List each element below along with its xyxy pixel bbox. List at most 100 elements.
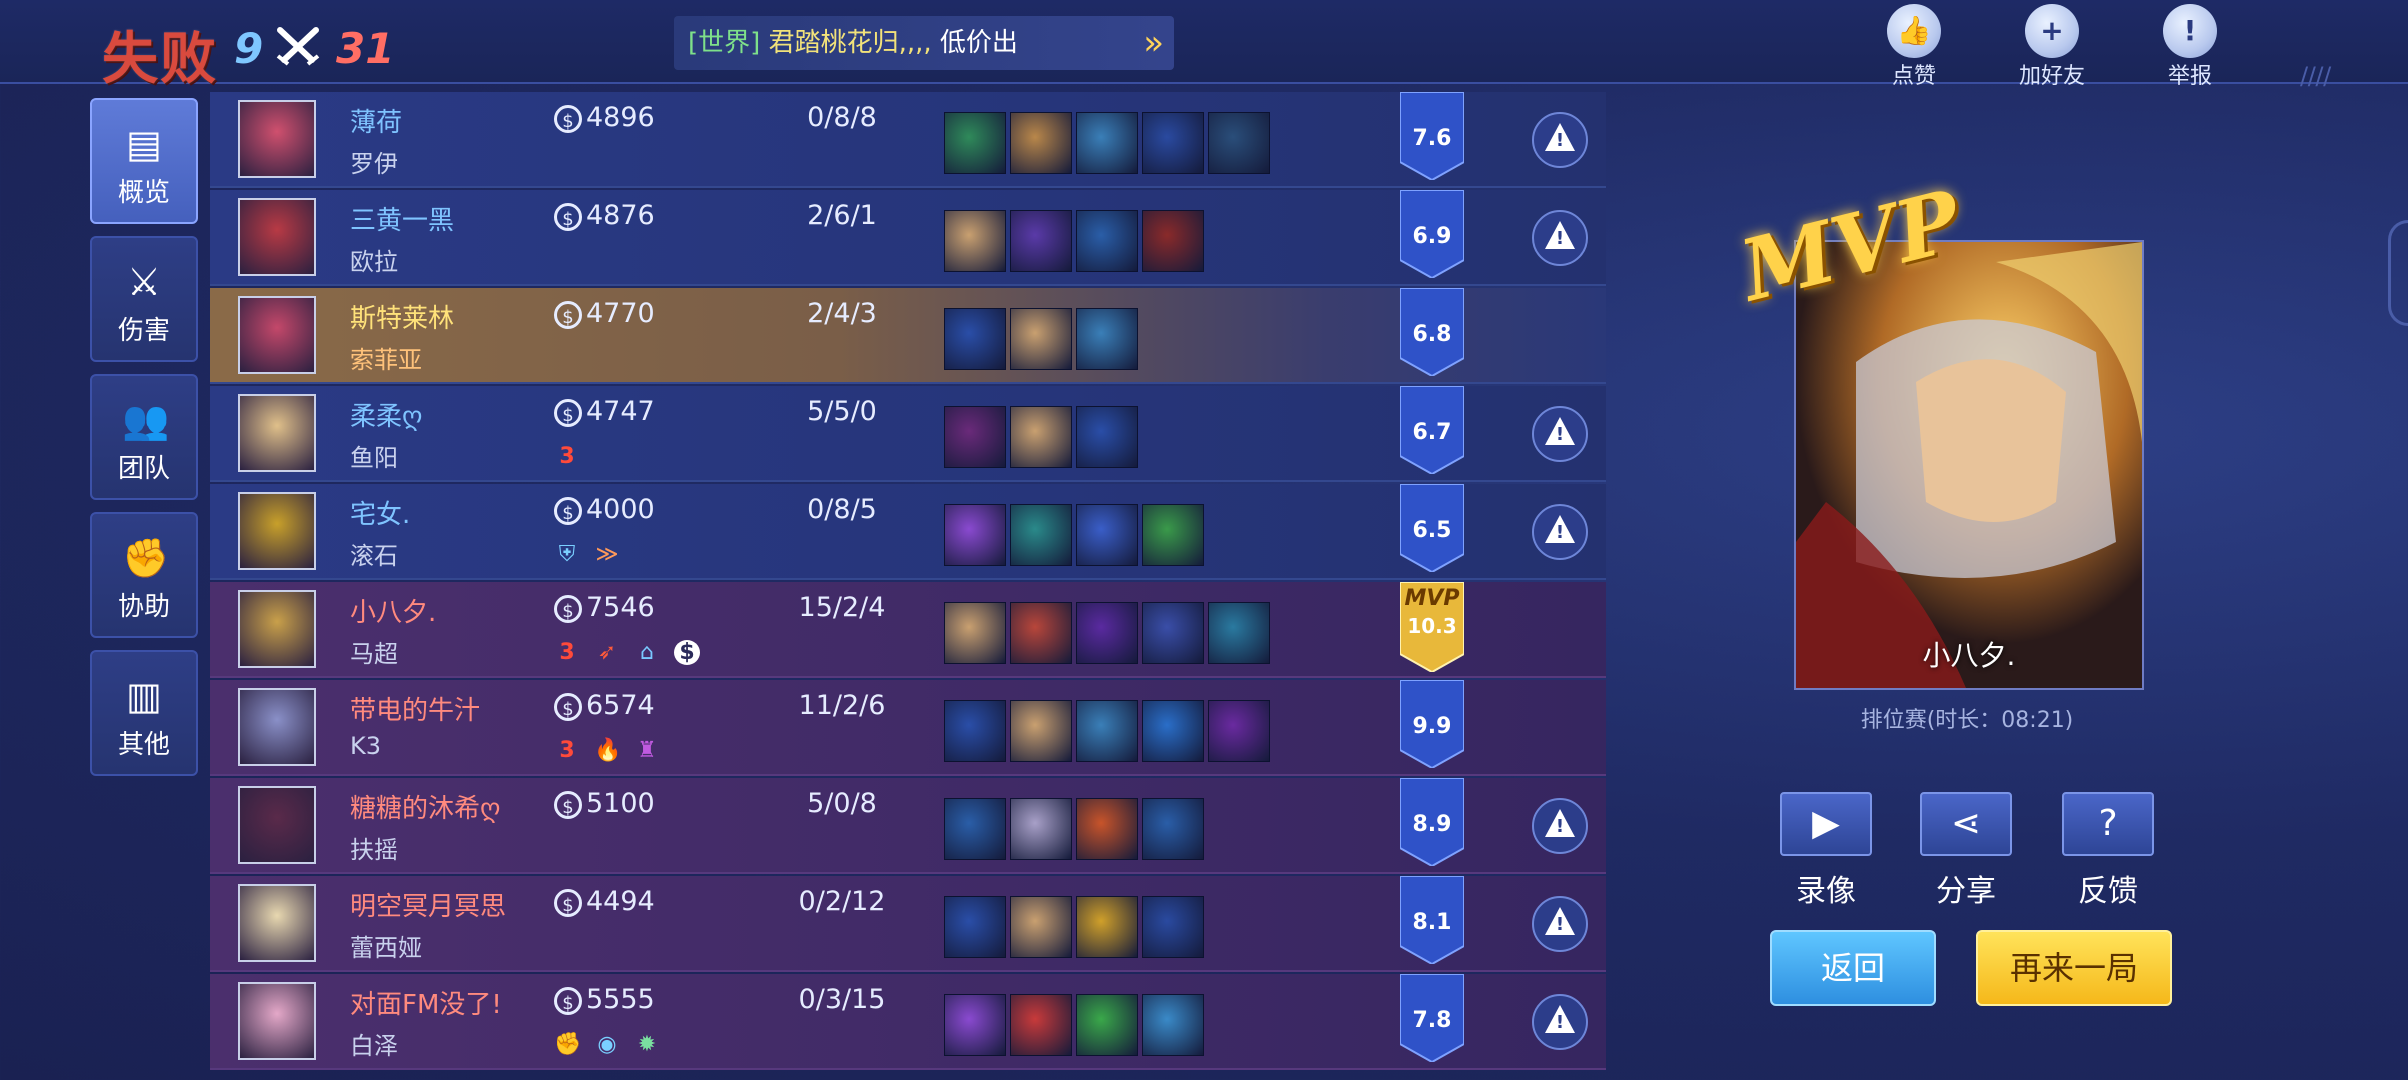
- item-icon[interactable]: [1142, 798, 1204, 860]
- back-button[interactable]: 返回: [1770, 930, 1936, 1006]
- item-icon[interactable]: [1010, 210, 1072, 272]
- item-icon[interactable]: [944, 994, 1006, 1056]
- player-name[interactable]: 带电的牛汁: [350, 690, 480, 727]
- item-icon[interactable]: [944, 112, 1006, 174]
- player-name[interactable]: 柔柔ღ: [350, 396, 422, 433]
- hero-avatar[interactable]: [238, 296, 316, 374]
- nav-damage[interactable]: ⚔ 伤害: [90, 236, 198, 362]
- player-name[interactable]: 薄荷: [350, 102, 402, 139]
- report-player-button[interactable]: !: [1532, 994, 1588, 1050]
- hero-avatar[interactable]: [238, 492, 316, 570]
- item-icon[interactable]: [1142, 504, 1204, 566]
- item-icon[interactable]: [944, 504, 1006, 566]
- item-icon[interactable]: [1010, 896, 1072, 958]
- report-player-button[interactable]: !: [1532, 210, 1588, 266]
- hero-avatar[interactable]: [238, 688, 316, 766]
- item-icon[interactable]: [1076, 308, 1138, 370]
- item-icon[interactable]: [1010, 308, 1072, 370]
- item-icon[interactable]: [1010, 994, 1072, 1056]
- item-icon[interactable]: [1208, 112, 1270, 174]
- item-icon[interactable]: [944, 700, 1006, 762]
- play-again-button[interactable]: 再来一局: [1976, 930, 2172, 1006]
- hero-avatar[interactable]: [238, 884, 316, 962]
- item-icon[interactable]: [1142, 602, 1204, 664]
- hero-avatar[interactable]: [238, 394, 316, 472]
- share-button[interactable]: ⋖ 分享: [1918, 792, 2014, 910]
- item-icon[interactable]: [1010, 112, 1072, 174]
- item-icon[interactable]: [1142, 994, 1204, 1056]
- item-icon[interactable]: [1076, 896, 1138, 958]
- item-icon[interactable]: [1076, 700, 1138, 762]
- chat-message: 低价出: [939, 28, 1018, 58]
- nav-overview[interactable]: ▤ 概览: [90, 98, 198, 224]
- feedback-button[interactable]: ? 反馈: [2060, 792, 2156, 910]
- item-icon[interactable]: [1010, 798, 1072, 860]
- item-icon[interactable]: [1010, 504, 1072, 566]
- player-row[interactable]: 糖糖的沐希ღ 扶摇 $5100 5/0/8 8.9!: [210, 778, 1606, 874]
- report-player-button[interactable]: !: [1532, 798, 1588, 854]
- item-icon[interactable]: [1076, 602, 1138, 664]
- exclamation-icon: !: [1555, 424, 1565, 445]
- item-icon[interactable]: [944, 406, 1006, 468]
- item-icon[interactable]: [1076, 406, 1138, 468]
- nav-assist[interactable]: ✊ 协助: [90, 512, 198, 638]
- hero-avatar[interactable]: [238, 590, 316, 668]
- world-chat-ticker[interactable]: [世界] 君踏桃花归,,,, 低价出 »: [674, 16, 1174, 70]
- player-row[interactable]: 三黄一黑 欧拉 $4876 2/6/1 6.9!: [210, 190, 1606, 286]
- player-row[interactable]: 斯特莱林 索菲亚 $4770 2/4/3 6.8: [210, 288, 1606, 384]
- video-replay-button[interactable]: ▶ 录像: [1778, 792, 1874, 910]
- item-icon[interactable]: [1076, 112, 1138, 174]
- hero-name: 罗伊: [350, 150, 398, 178]
- item-icon[interactable]: [1076, 210, 1138, 272]
- player-name[interactable]: 斯特莱林: [350, 298, 454, 335]
- add-friend-label: 加好友: [2018, 64, 2085, 89]
- hero-avatar[interactable]: [238, 100, 316, 178]
- mvp-hero-card[interactable]: 小八夕.: [1794, 240, 2144, 690]
- report-player-button[interactable]: !: [1532, 406, 1588, 462]
- feather-badge-icon: ➶: [597, 640, 617, 665]
- item-icon[interactable]: [1076, 994, 1138, 1056]
- item-icon[interactable]: [1076, 798, 1138, 860]
- item-icon[interactable]: [1208, 602, 1270, 664]
- nav-team[interactable]: 👥 团队: [90, 374, 198, 500]
- hero-avatar[interactable]: [238, 982, 316, 1060]
- item-icon[interactable]: [1010, 700, 1072, 762]
- report-button[interactable]: ! 举报: [2150, 4, 2230, 90]
- player-row[interactable]: 薄荷 罗伊 $4896 0/8/8 7.6!: [210, 92, 1606, 188]
- player-row[interactable]: 带电的牛汁 K3 $6574 11/2/6 3 🔥 ♜ 9.9: [210, 680, 1606, 776]
- item-icon[interactable]: [1208, 700, 1270, 762]
- item-icon[interactable]: [1142, 896, 1204, 958]
- item-icon[interactable]: [1076, 504, 1138, 566]
- chevron-right-icon[interactable]: »: [1143, 16, 1164, 70]
- item-icon[interactable]: [1142, 210, 1204, 272]
- nav-other[interactable]: ▥ 其他: [90, 650, 198, 776]
- report-player-button[interactable]: !: [1532, 112, 1588, 168]
- report-player-button[interactable]: !: [1532, 896, 1588, 952]
- item-icon[interactable]: [944, 896, 1006, 958]
- player-name[interactable]: 糖糖的沐希ღ: [350, 788, 500, 825]
- item-icon[interactable]: [1142, 112, 1204, 174]
- player-name[interactable]: 三黄一黑: [350, 200, 454, 237]
- player-name[interactable]: 对面FM没了!: [350, 984, 502, 1021]
- player-row[interactable]: 柔柔ღ 鱼阳 $4747 5/5/0 3 6.7!: [210, 386, 1606, 482]
- report-player-button[interactable]: !: [1532, 504, 1588, 560]
- player-row[interactable]: 对面FM没了! 白泽 $5555 0/3/15 ✊ ◉ ✹ 7.8!: [210, 974, 1606, 1070]
- player-name[interactable]: 宅女.: [350, 494, 410, 531]
- item-icon[interactable]: [1010, 602, 1072, 664]
- add-friend-button[interactable]: + 加好友: [2012, 4, 2092, 90]
- item-icon[interactable]: [1010, 406, 1072, 468]
- item-icon[interactable]: [1142, 700, 1204, 762]
- item-icon[interactable]: [944, 602, 1006, 664]
- item-icon[interactable]: [944, 798, 1006, 860]
- item-icon[interactable]: [944, 210, 1006, 272]
- like-button[interactable]: 👍 点赞: [1874, 4, 1954, 90]
- item-icon[interactable]: [944, 308, 1006, 370]
- hero-avatar[interactable]: [238, 198, 316, 276]
- player-name[interactable]: 小八夕.: [350, 592, 436, 629]
- hero-avatar[interactable]: [238, 786, 316, 864]
- equipment-items: [944, 406, 1142, 468]
- player-row[interactable]: 小八夕. 马超 $7546 15/2/4 3 ➶ ⌂ $ MVP 10.3: [210, 582, 1606, 678]
- player-name[interactable]: 明空冥月冥思: [350, 886, 506, 923]
- player-row[interactable]: 宅女. 滚石 $4000 0/8/5 ⛨ ≫ 6.5!: [210, 484, 1606, 580]
- player-row[interactable]: 明空冥月冥思 蕾西娅 $4494 0/2/12 8.1!: [210, 876, 1606, 972]
